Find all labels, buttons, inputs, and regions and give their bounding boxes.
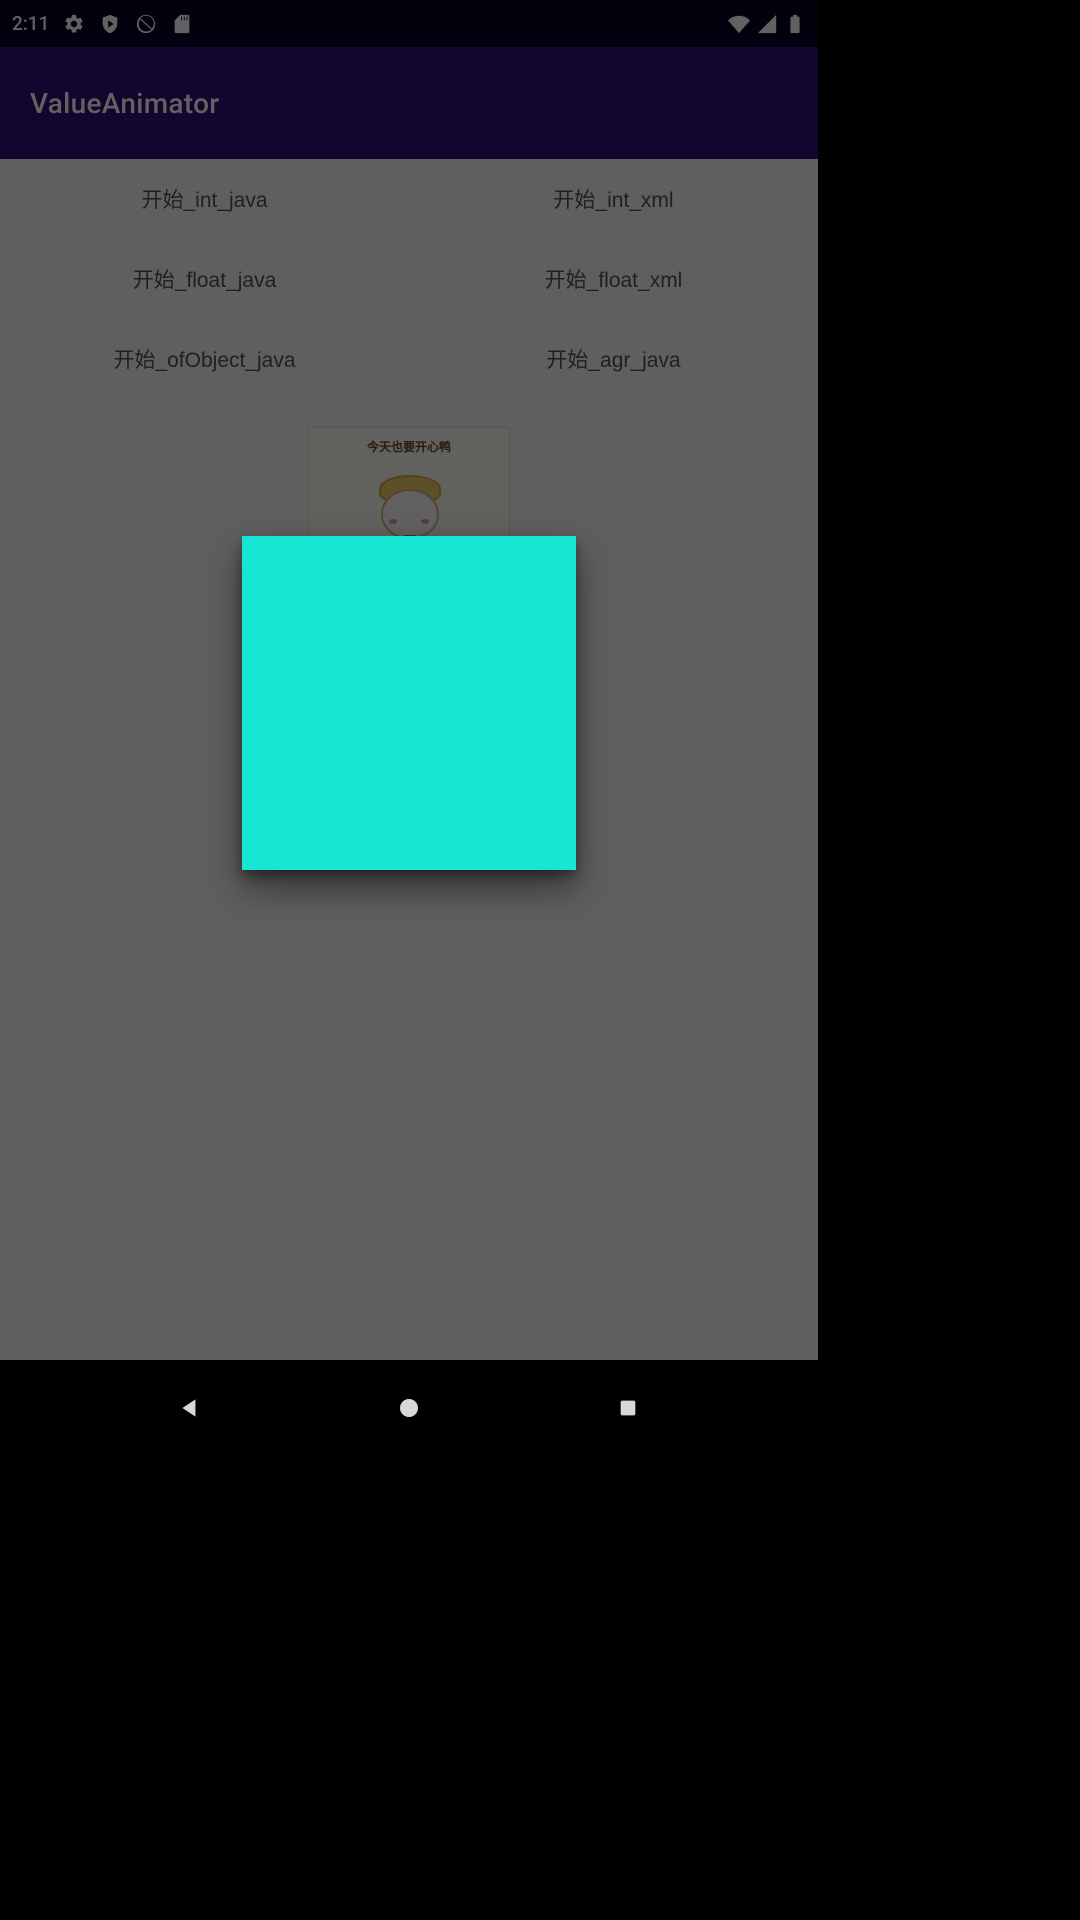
cellular-signal-icon (756, 13, 778, 35)
button-grid: 开始_int_java 开始_int_xml 开始_float_java 开始_… (0, 159, 818, 399)
start-float-java-button[interactable]: 开始_float_java (0, 239, 409, 319)
no-sync-icon (135, 13, 157, 35)
status-bar: 2:11 (0, 0, 818, 47)
status-right (728, 13, 806, 35)
page-title: ValueAnimator (30, 87, 219, 120)
recents-button[interactable] (611, 1391, 645, 1425)
sd-card-icon (171, 13, 193, 35)
navigation-bar (0, 1360, 818, 1456)
cartoon-caption: 今天也要开心鸭 (367, 438, 451, 455)
wifi-icon (728, 13, 750, 35)
status-left: 2:11 (12, 12, 193, 35)
battery-icon (784, 13, 806, 35)
back-button[interactable] (173, 1391, 207, 1425)
start-agr-java-button[interactable]: 开始_agr_java (409, 319, 818, 399)
start-ofobject-java-button[interactable]: 开始_ofObject_java (0, 319, 409, 399)
start-float-xml-button[interactable]: 开始_float_xml (409, 239, 818, 319)
app-bar: ValueAnimator (0, 47, 818, 159)
home-button[interactable] (392, 1391, 426, 1425)
dialog-square[interactable] (242, 536, 576, 870)
start-int-xml-button[interactable]: 开始_int_xml (409, 159, 818, 239)
start-int-java-button[interactable]: 开始_int_java (0, 159, 409, 239)
gear-icon (63, 13, 85, 35)
clock: 2:11 (12, 12, 49, 35)
play-protect-icon (99, 13, 121, 35)
